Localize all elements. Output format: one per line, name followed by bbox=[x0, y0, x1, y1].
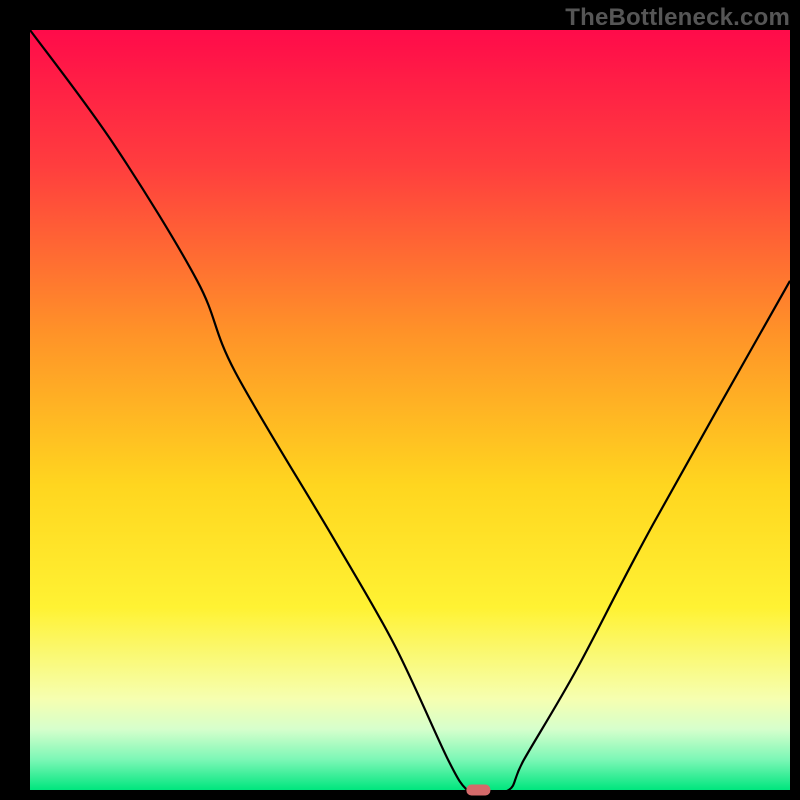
optimal-marker bbox=[466, 785, 490, 796]
chart-frame: { "watermark": "TheBottleneck.com", "cha… bbox=[0, 0, 800, 800]
watermark-text: TheBottleneck.com bbox=[565, 4, 790, 32]
bottleneck-chart bbox=[0, 0, 800, 800]
